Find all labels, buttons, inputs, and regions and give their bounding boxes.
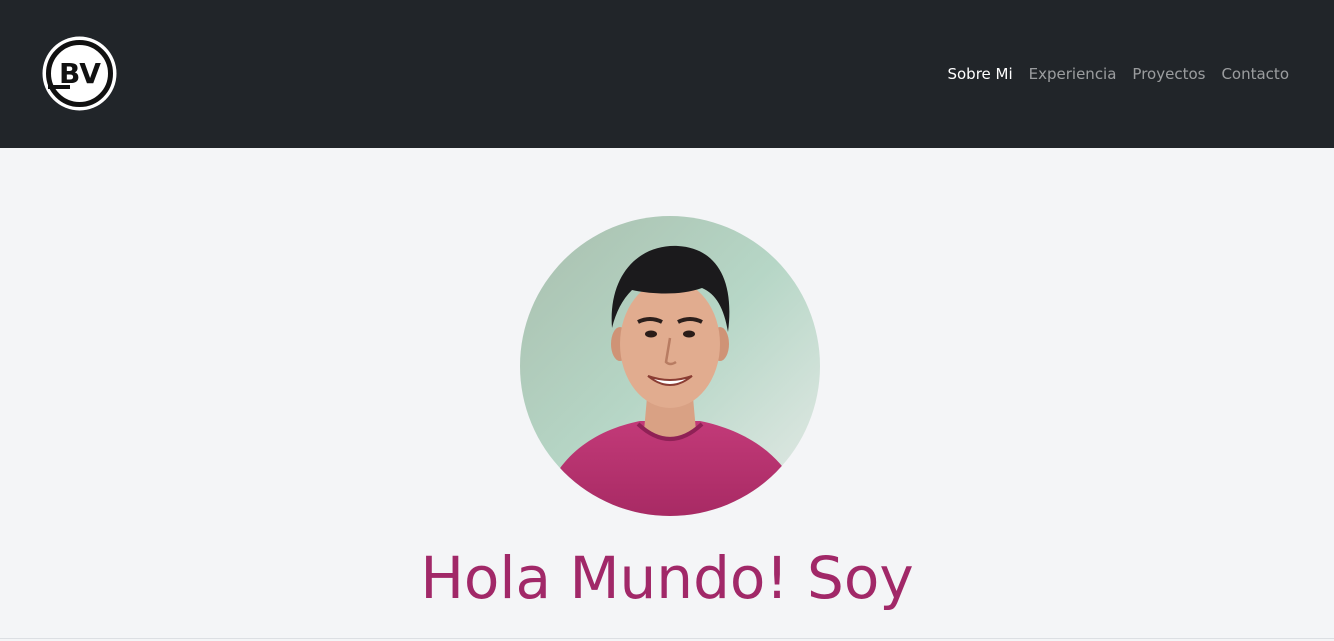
nav-contacto[interactable]: Contacto (1221, 62, 1289, 86)
hero-headline: Hola Mundo! Soy (420, 544, 914, 612)
nav-links: Sobre Mi Experiencia Proyectos Contacto (947, 62, 1289, 86)
nav-sobre-mi[interactable]: Sobre Mi (947, 62, 1012, 86)
bv-logo-icon: BV (42, 36, 117, 111)
navbar: BV Sobre Mi Experiencia Proyectos Contac… (0, 0, 1334, 148)
nav-proyectos[interactable]: Proyectos (1132, 62, 1205, 86)
brand-logo[interactable]: BV (41, 35, 118, 112)
divider (0, 638, 1334, 639)
profile-photo (520, 216, 820, 516)
hero-section: Hola Mundo! Soy (0, 148, 1334, 641)
nav-experiencia[interactable]: Experiencia (1029, 62, 1117, 86)
